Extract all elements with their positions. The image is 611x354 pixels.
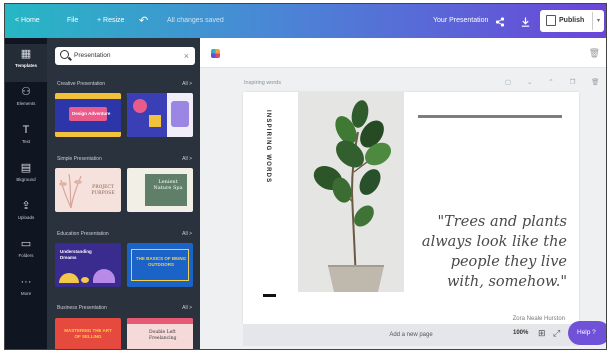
template-thumbnail[interactable] [127,93,193,137]
upload-icon: ⇪ [21,200,31,212]
zoom-level[interactable]: 100% [513,330,528,336]
template-thumbnail[interactable]: PROJECT PURPOSE [55,168,121,212]
rail-item-text[interactable]: T Text [5,120,47,158]
section-title: Education Presentation [57,231,109,237]
thumbnail-title: PROJECT PURPOSE [91,185,115,196]
rail-label: More [20,291,32,296]
see-all-link[interactable]: All > [182,305,192,311]
thumbnail-title: Lenient Nature Spa [153,179,183,191]
page-title[interactable]: Inspiring words [244,80,281,86]
vertical-heading[interactable]: INSPIRING WORDS [262,110,271,260]
templates-icon: ▦ [20,48,32,60]
template-thumbnail[interactable]: MASTERING THE ART OF SELLING [55,318,121,349]
top-bar: < Home File + Resize ↶ All changes saved… [5,4,606,38]
elements-icon: ⚇ [21,86,31,98]
rail-label: Text [21,139,31,144]
folder-icon: ▭ [20,238,32,250]
template-thumbnail[interactable]: THE BASICS OF BEING OUTDOORS [127,243,193,287]
design-page[interactable]: INSPIRING WORDS "Trees and plants always… [243,92,579,324]
text-icon: T [22,124,30,136]
template-thumbnail[interactable]: Understanding Dreams [55,243,121,287]
canvas-toolbar: 🗑 [200,38,606,68]
thumbnail-title: MASTERING THE ART OF SELLING [64,328,112,339]
divider-line [418,115,562,118]
template-thumbnail[interactable]: Lenient Nature Spa [127,168,193,212]
background-icon: ▤ [20,162,32,174]
rail-label: Uploads [17,215,35,220]
rail-label: Bkground [16,177,36,182]
rail-item-elements[interactable]: ⚇ Elements [5,82,47,120]
publish-icon [546,15,556,26]
trash-icon[interactable]: 🗑 [589,48,600,59]
app-window: < Home File + Resize ↶ All changes saved… [4,3,607,350]
section-title: Business Presentation [57,305,107,311]
clear-icon[interactable]: × [184,47,189,65]
more-icon: ··· [20,276,32,288]
template-thumbnail[interactable]: Double Left Freelancing [127,318,193,349]
search-input[interactable]: Presentation × [55,47,195,65]
chevron-down-icon[interactable]: ▾ [592,12,604,30]
presentation-title[interactable]: Your Presentation [433,4,488,38]
quote-text[interactable]: "Trees and plants always look like the p… [415,212,567,292]
template-panel: Presentation × Creative Presentation All… [47,38,200,349]
rail-item-uploads[interactable]: ⇪ Uploads [5,196,47,234]
rail-item-folders[interactable]: ▭ Folders [5,234,47,272]
thumbnail-title: Design Adventure [72,111,111,116]
fullscreen-icon[interactable]: ⤢ [553,328,560,339]
share-icon[interactable] [495,4,505,38]
download-icon[interactable] [521,4,530,38]
grid-view-icon[interactable]: ⊞ [538,328,546,339]
thumbnail-title: Understanding Dreams [60,249,92,260]
side-rail: ▦ Templates ⚇ Elements T Text ▤ Bkground… [5,38,47,349]
undo-icon[interactable]: ↶ [139,4,148,38]
home-button[interactable]: < Home [15,4,40,38]
publish-button[interactable]: Publish ▾ [540,10,604,32]
publish-label: Publish [559,17,585,24]
color-palette-icon[interactable] [211,49,220,58]
section-title: Simple Presentation [57,156,102,162]
canvas-area: 🗑 Inspiring words ▢ ⌄ ⌃ ❐ 🗑 INSPIRING WO… [200,38,606,349]
page-controls[interactable]: ▢ ⌄ ⌃ ❐ 🗑 [505,78,606,86]
rail-label: Folders [18,253,34,258]
decorative-dash [263,294,276,297]
file-menu[interactable]: File [67,4,78,38]
resize-button[interactable]: + Resize [97,4,124,38]
add-page-button[interactable]: Add a new page [243,324,579,346]
rail-item-background[interactable]: ▤ Bkground [5,158,47,196]
rail-item-more[interactable]: ··· More [5,272,47,310]
help-button[interactable]: Help ? [568,321,606,345]
see-all-link[interactable]: All > [182,156,192,162]
author-name[interactable]: Zora Neale Hurston [513,316,565,322]
rail-item-templates[interactable]: ▦ Templates [5,44,47,82]
plant-photo[interactable] [298,92,404,292]
template-thumbnail[interactable]: Design Adventure [55,93,121,137]
see-all-link[interactable]: All > [182,81,192,87]
save-status: All changes saved [167,17,224,24]
rail-label: Elements [16,101,36,106]
search-icon [60,50,69,59]
search-value: Presentation [74,52,111,59]
thumbnail-title: THE BASICS OF BEING OUTDOORS [135,256,187,267]
see-all-link[interactable]: All > [182,231,192,237]
rail-label: Templates [15,63,37,68]
section-title: Creative Presentation [57,81,106,87]
thumbnail-title: Double Left Freelancing [149,330,177,341]
